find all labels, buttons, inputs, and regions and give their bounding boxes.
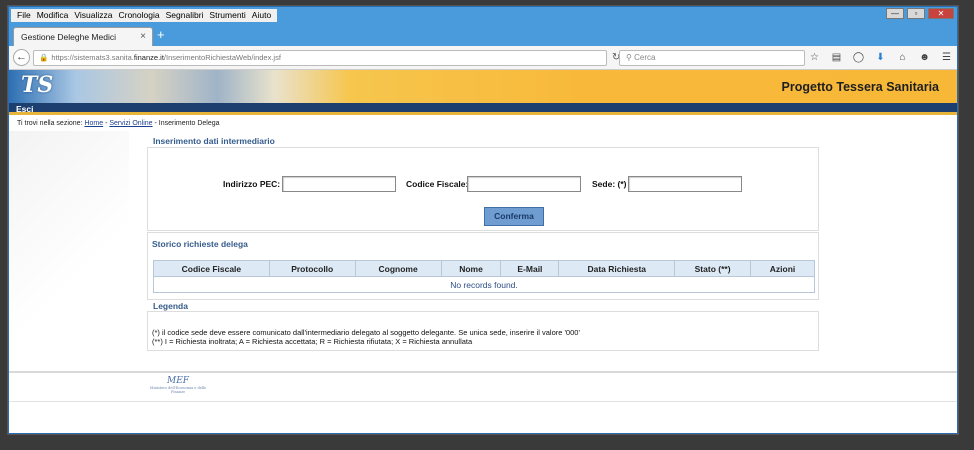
ts-logo: TS <box>21 72 54 98</box>
site-header: TS Progetto Tessera Sanitaria <box>9 70 957 103</box>
menu-visualizza[interactable]: Visualizza <box>71 9 115 22</box>
toolbar-icons: ☆ ▤ ◯ ⬇ ⌂ ☻ ☰ <box>805 50 956 66</box>
restore-button[interactable]: ▫ <box>907 8 925 19</box>
reading-list-icon[interactable]: ▤ <box>827 50 846 66</box>
menu-file[interactable]: File <box>14 9 34 22</box>
breadcrumb: Ti trovi nella sezione: Home - Servizi O… <box>17 120 220 127</box>
menu-strumenti[interactable]: Strumenti <box>206 9 248 22</box>
breadcrumb-current: Inserimento Delega <box>158 120 220 127</box>
legenda-line-1: (*) il codice sede deve essere comunicat… <box>152 328 580 337</box>
mef-logo: MEF Ministero dell'Economia e delle Fina… <box>147 376 209 394</box>
storico-panel: Storico richieste delega Codice Fiscale … <box>147 232 819 300</box>
col-stato[interactable]: Stato (**) <box>674 260 752 277</box>
menu-aiuto[interactable]: Aiuto <box>249 9 274 22</box>
form-title: Inserimento dati intermediario <box>153 136 275 146</box>
pec-label: Indirizzo PEC: <box>223 179 281 189</box>
url-bar[interactable]: 🔒 https://sistemats3.sanita.finanze.it/In… <box>33 50 620 66</box>
header-nav: Esci <box>9 103 957 115</box>
col-protocollo[interactable]: Protocollo <box>268 260 356 277</box>
site-title: Progetto Tessera Sanitaria <box>781 80 939 94</box>
cf-label: Codice Fiscale: <box>406 179 469 189</box>
col-codice-fiscale[interactable]: Codice Fiscale <box>153 260 270 277</box>
storico-table: Codice Fiscale Protocollo Cognome Nome E… <box>153 260 815 293</box>
background-pattern <box>9 131 129 371</box>
conferma-button[interactable]: Conferma <box>484 207 544 226</box>
url-path: /InserimentoRichiestaWeb/index.jsf <box>163 53 281 62</box>
table-header-row: Codice Fiscale Protocollo Cognome Nome E… <box>153 260 815 277</box>
mef-caption: Ministero dell'Economia e delle Finanze <box>149 386 207 394</box>
lock-icon: 🔒 <box>39 53 49 62</box>
mef-logo-text: MEF <box>166 376 190 386</box>
tab-strip: Gestione Deleghe Medici × + <box>9 24 957 46</box>
home-icon[interactable]: ⌂ <box>893 50 912 66</box>
menu-modifica[interactable]: Modifica <box>34 9 72 22</box>
navigation-bar: ← 🔒 https://sistemats3.sanita.finanze.it/… <box>9 46 957 70</box>
esci-link[interactable]: Esci <box>16 104 34 114</box>
col-nome[interactable]: Nome <box>440 260 502 277</box>
download-icon[interactable]: ⬇ <box>871 50 890 66</box>
new-tab-button[interactable]: + <box>157 28 165 42</box>
legenda-line-2: (**) I = Richiesta inoltrata; A = Richie… <box>152 337 473 346</box>
menu-list: File Modifica Visualizza Cronologia Segn… <box>11 9 278 22</box>
col-email[interactable]: E-Mail <box>500 260 560 277</box>
menu-cronologia[interactable]: Cronologia <box>115 9 162 22</box>
legenda-panel: (*) il codice sede deve essere comunicat… <box>147 311 819 351</box>
form-panel: Indirizzo PEC: Codice Fiscale: Sede: (*)… <box>147 147 819 231</box>
codice-fiscale-input[interactable] <box>467 176 581 192</box>
chat-icon[interactable]: ☻ <box>915 50 934 66</box>
legenda-title: Legenda <box>153 301 188 311</box>
empty-message: No records found. <box>153 276 815 293</box>
col-data-richiesta[interactable]: Data Richiesta <box>558 260 676 277</box>
col-cognome[interactable]: Cognome <box>354 260 442 277</box>
col-azioni: Azioni <box>750 260 815 277</box>
main-content: Inserimento dati intermediario Indirizzo… <box>9 131 957 371</box>
window-controls: — ▫ ✕ <box>886 8 954 19</box>
search-placeholder: Cerca <box>634 53 656 62</box>
close-window-button[interactable]: ✕ <box>928 8 954 19</box>
url-prefix: https://sistemats3.sanita. <box>51 53 134 62</box>
pocket-icon[interactable]: ◯ <box>849 50 868 66</box>
url-domain: finanze.it <box>133 53 164 62</box>
menu-segnalibri[interactable]: Segnalibri <box>163 9 207 22</box>
tab-title: Gestione Deleghe Medici <box>21 32 116 42</box>
tab-gestione-deleghe[interactable]: Gestione Deleghe Medici × <box>13 27 153 46</box>
pec-input[interactable] <box>282 176 396 192</box>
storico-title: Storico richieste delega <box>152 239 248 249</box>
sede-label: Sede: (*) <box>592 179 627 189</box>
browser-window: File Modifica Visualizza Cronologia Segn… <box>8 6 958 434</box>
table-row: No records found. <box>153 276 815 293</box>
back-arrow-icon[interactable]: ← <box>13 49 30 66</box>
breadcrumb-servizi[interactable]: Servizi Online <box>109 120 152 127</box>
menu-bar: File Modifica Visualizza Cronologia Segn… <box>9 7 957 24</box>
search-icon: ⚲ <box>626 53 635 62</box>
breadcrumb-home[interactable]: Home <box>84 120 103 127</box>
search-input[interactable]: ⚲ Cerca <box>619 50 805 66</box>
close-tab-icon[interactable]: × <box>140 31 146 43</box>
star-icon[interactable]: ☆ <box>805 50 824 66</box>
sede-input[interactable] <box>628 176 742 192</box>
footer: MEF Ministero dell'Economia e delle Fina… <box>9 371 957 433</box>
menu-icon[interactable]: ☰ <box>937 50 956 66</box>
minimize-button[interactable]: — <box>886 8 904 19</box>
breadcrumb-prefix: Ti trovi nella sezione: <box>17 120 83 127</box>
footer-divider <box>9 401 957 402</box>
